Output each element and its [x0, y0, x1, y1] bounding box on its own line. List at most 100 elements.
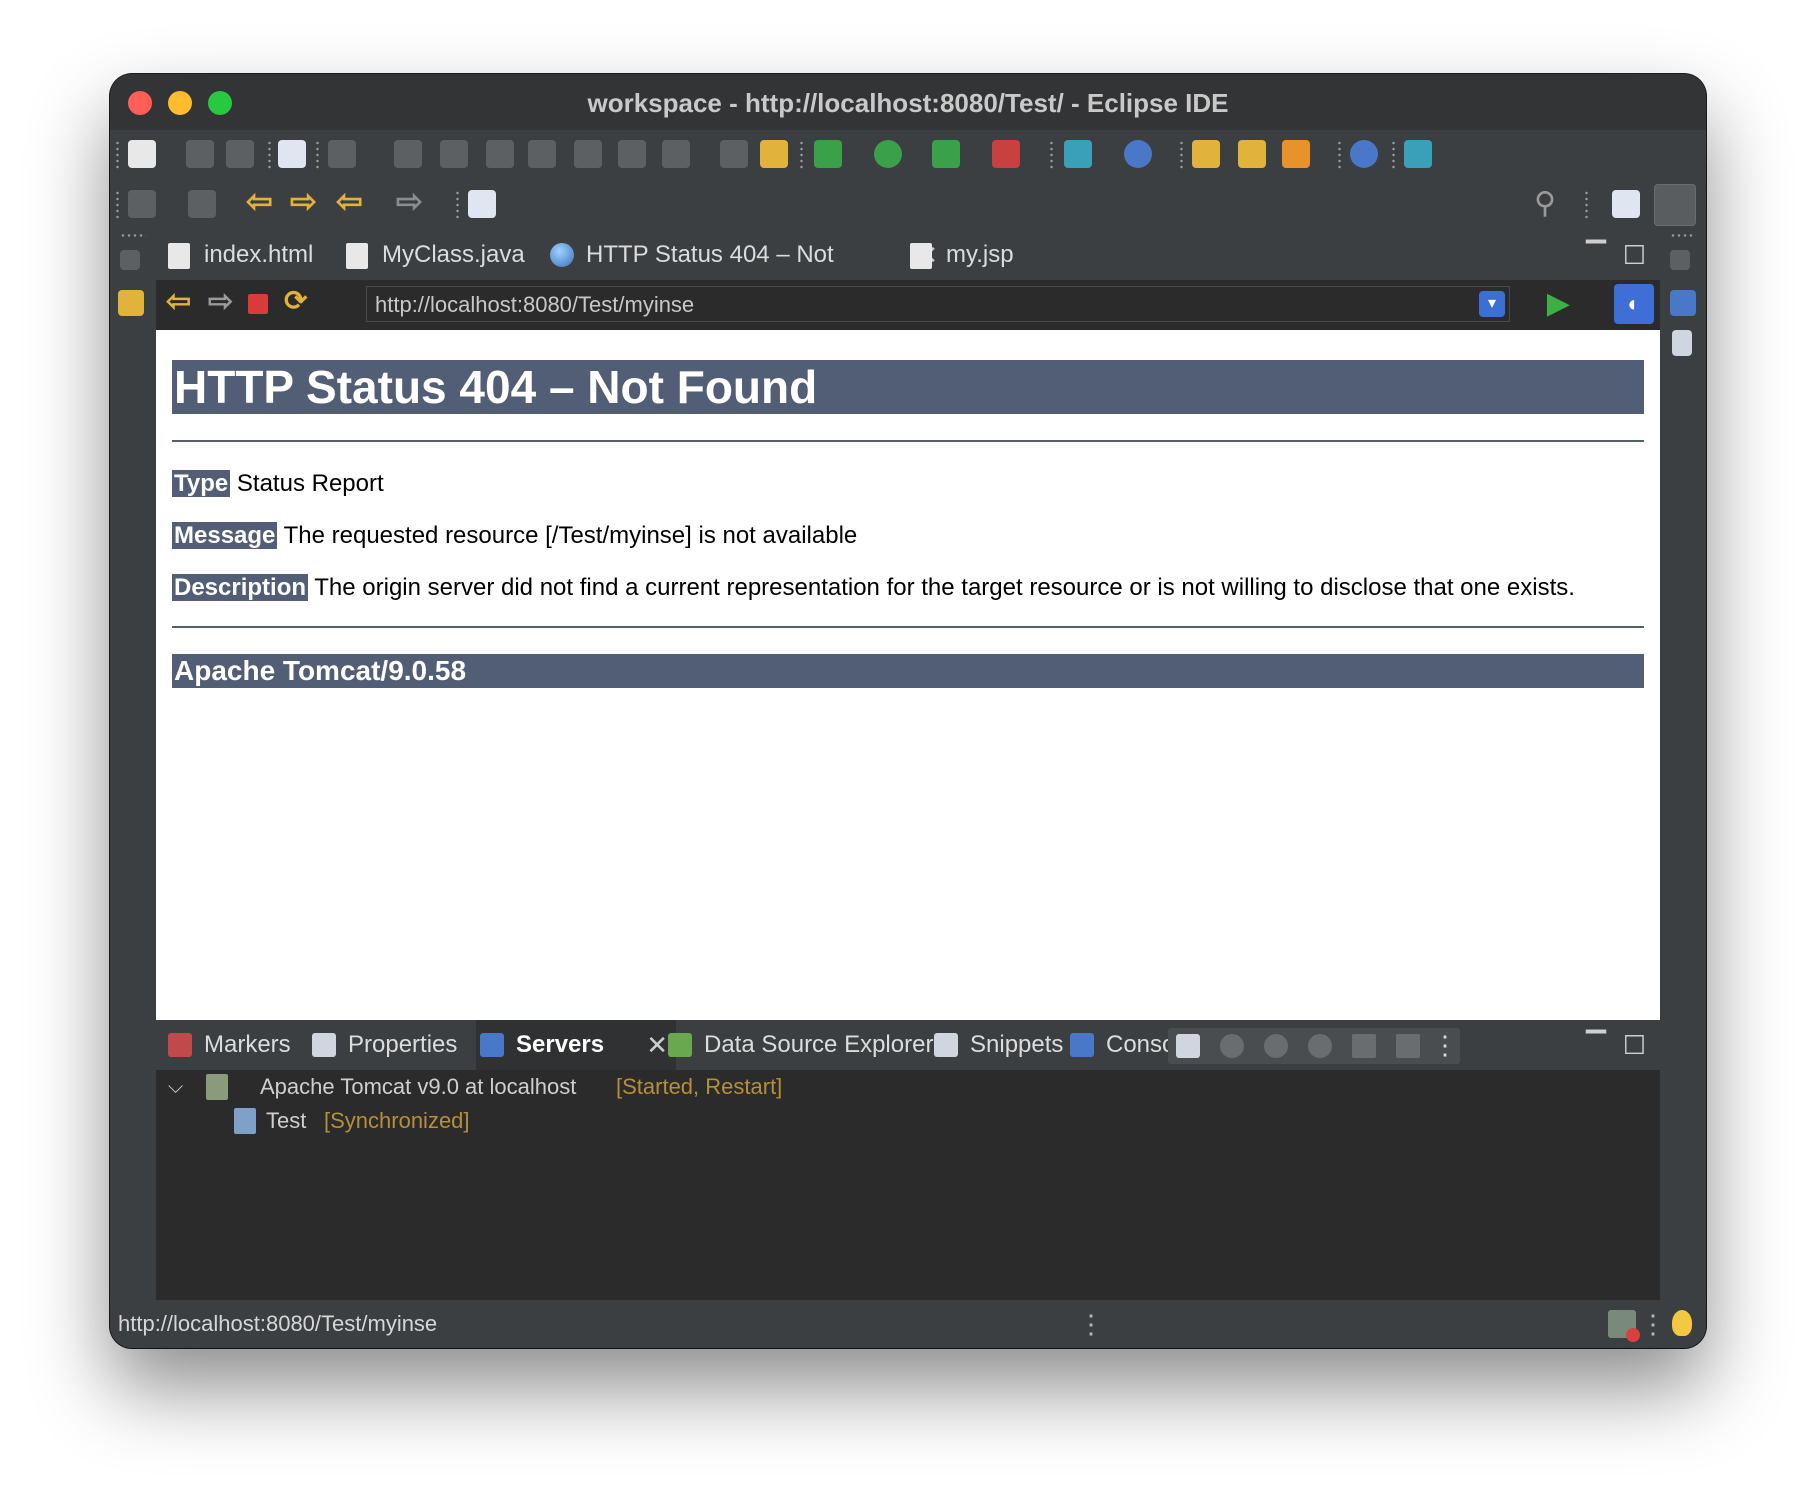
- skip-breakpoints-icon[interactable]: [328, 140, 356, 168]
- url-history-dropdown[interactable]: ▾: [1479, 291, 1505, 317]
- tab-markers[interactable]: Markers: [164, 1020, 291, 1070]
- forward-icon[interactable]: ⇨: [396, 182, 423, 220]
- toolbar-grip[interactable]: [116, 140, 119, 170]
- toolbar-separator: [800, 140, 803, 170]
- tab-http-status-404[interactable]: HTTP Status 404 – Not Found ✕: [542, 230, 938, 318]
- toolbar-grip[interactable]: [116, 190, 119, 220]
- divider: [172, 626, 1644, 628]
- minimize-icon[interactable]: ▔: [1586, 240, 1606, 271]
- properties-icon: [312, 1033, 336, 1057]
- step-into-icon[interactable]: [574, 140, 602, 168]
- snippets-icon: [934, 1033, 958, 1057]
- tab-myclass-java[interactable]: MyClass.java: [338, 230, 525, 280]
- server-error-icon[interactable]: [1608, 1310, 1640, 1342]
- project-explorer-icon[interactable]: [118, 290, 144, 316]
- tab-data-source-explorer[interactable]: Data Source Explorer: [664, 1020, 933, 1070]
- print-icon[interactable]: [278, 140, 306, 168]
- data-source-icon: [668, 1033, 692, 1057]
- debug-server-icon[interactable]: [1220, 1034, 1244, 1058]
- java-ee-perspective-icon[interactable]: [1654, 184, 1696, 226]
- outline-icon[interactable]: [1670, 290, 1696, 316]
- minimize-icon[interactable]: ▔: [1586, 1030, 1606, 1061]
- publish-icon[interactable]: [1396, 1034, 1420, 1058]
- tab-label: my.jsp: [946, 241, 1014, 268]
- last-edit-back-icon[interactable]: ⇦: [246, 182, 273, 220]
- web-browser-icon[interactable]: [1350, 140, 1378, 168]
- status-separator-icon[interactable]: ⋮: [1078, 1300, 1104, 1348]
- chevron-down-icon[interactable]: ⌵: [168, 1070, 183, 1104]
- refresh-icon[interactable]: ⟳: [284, 284, 307, 317]
- use-step-filters-icon[interactable]: [760, 140, 788, 168]
- eclipse-open-icon[interactable]: ◐: [1614, 284, 1654, 324]
- globe-icon: [550, 243, 574, 267]
- previous-annotation-icon[interactable]: [188, 190, 216, 218]
- tab-label: Data Source Explorer: [704, 1031, 934, 1058]
- tab-index-html[interactable]: index.html: [160, 230, 313, 280]
- forward-icon[interactable]: ⇨: [208, 284, 233, 319]
- servers-view-toolbar: ⋮: [1168, 1028, 1460, 1064]
- trim-grip[interactable]: [1670, 234, 1696, 237]
- terminate-icon[interactable]: [486, 140, 514, 168]
- disconnect-icon[interactable]: [528, 140, 556, 168]
- view-menu-icon[interactable]: ⋮: [1432, 1030, 1458, 1061]
- url-field[interactable]: http://localhost:8080/Test/myinse ▾: [366, 286, 1510, 322]
- drop-to-frame-icon[interactable]: [720, 140, 748, 168]
- maximize-icon[interactable]: ☐: [1623, 240, 1646, 271]
- tab-properties[interactable]: Properties: [308, 1020, 457, 1070]
- module-row[interactable]: Test [Synchronized]: [156, 1104, 1660, 1138]
- new-server-icon[interactable]: [1064, 140, 1092, 168]
- save-all-icon[interactable]: [226, 140, 254, 168]
- save-icon[interactable]: [186, 140, 214, 168]
- restore-icon[interactable]: [1670, 250, 1690, 270]
- maximize-icon[interactable]: ☐: [1623, 1030, 1646, 1061]
- toolbar-separator: [268, 140, 271, 170]
- panel-tabs: Markers Properties Servers ✕ Data Source…: [156, 1020, 1660, 1070]
- suspend-icon[interactable]: [440, 140, 468, 168]
- next-annotation-icon[interactable]: [128, 190, 156, 218]
- step-over-icon[interactable]: [618, 140, 646, 168]
- coverage-icon[interactable]: [932, 140, 960, 168]
- mylyn-icon[interactable]: [1404, 140, 1432, 168]
- eclipse-window: workspace - http://localhost:8080/Test/ …: [110, 74, 1706, 1348]
- go-icon[interactable]: ▶: [1547, 286, 1570, 321]
- left-trim: [110, 230, 156, 1300]
- search-pencil-icon[interactable]: [1282, 140, 1310, 168]
- tab-servers[interactable]: Servers ✕: [476, 1020, 676, 1070]
- start-server-icon[interactable]: [1264, 1034, 1288, 1058]
- trim-grip[interactable]: [120, 234, 146, 237]
- last-edit-forward-icon[interactable]: ⇨: [290, 182, 317, 220]
- server-row[interactable]: ⌵ Apache Tomcat v9.0 at localhost [Start…: [156, 1070, 1660, 1104]
- open-task-icon[interactable]: [1238, 140, 1266, 168]
- tab-snippets[interactable]: Snippets: [930, 1020, 1063, 1070]
- debug-icon[interactable]: [814, 140, 842, 168]
- task-list-icon[interactable]: [1672, 330, 1692, 356]
- editor-tabs: index.html MyClass.java HTTP Status 404 …: [156, 230, 1660, 318]
- server-icon: [206, 1074, 228, 1100]
- stop-icon[interactable]: [248, 294, 268, 314]
- back-icon[interactable]: ⇦: [336, 182, 363, 220]
- restore-icon[interactable]: [120, 250, 140, 270]
- tab-label: MyClass.java: [382, 241, 525, 268]
- new-icon[interactable]: [128, 140, 156, 168]
- resume-icon[interactable]: [394, 140, 422, 168]
- profile-server-icon[interactable]: [1308, 1034, 1332, 1058]
- lightbulb-icon[interactable]: [1672, 1310, 1692, 1336]
- tab-label: Markers: [204, 1031, 291, 1058]
- page-heading: HTTP Status 404 – Not Found: [172, 360, 1644, 414]
- pin-editor-icon[interactable]: [468, 190, 496, 218]
- module-icon: [234, 1108, 256, 1134]
- back-icon[interactable]: ⇦: [166, 284, 191, 319]
- status-separator-icon[interactable]: ⋮: [1640, 1300, 1666, 1348]
- run-icon[interactable]: [874, 140, 902, 168]
- toolbar-separator: [1180, 140, 1183, 170]
- open-perspective-icon[interactable]: [1612, 190, 1640, 218]
- external-tools-icon[interactable]: [992, 140, 1020, 168]
- toolbar-separator: [1585, 190, 1588, 220]
- collapse-all-icon[interactable]: [1176, 1034, 1200, 1058]
- step-return-icon[interactable]: [662, 140, 690, 168]
- open-type-icon[interactable]: [1192, 140, 1220, 168]
- new-spring-icon[interactable]: [1124, 140, 1152, 168]
- stop-server-icon[interactable]: [1352, 1034, 1376, 1058]
- search-icon[interactable]: ⚲: [1534, 186, 1556, 221]
- tab-my-jsp[interactable]: my.jsp: [902, 230, 1014, 280]
